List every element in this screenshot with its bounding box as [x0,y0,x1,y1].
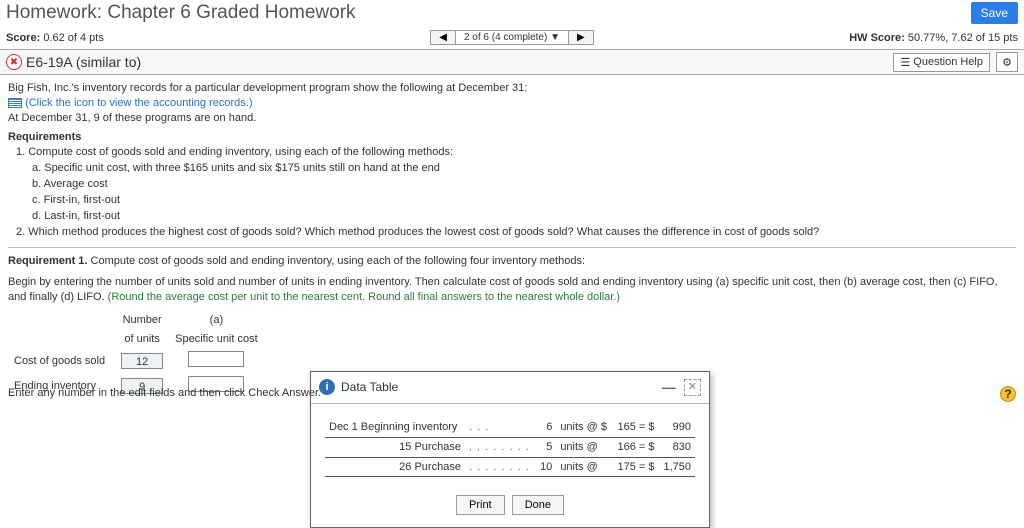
question-help-label: Question Help [913,56,983,68]
hw-score-label: HW Score: [849,32,905,44]
hw-score: HW Score: 50.77%, 7.62 of 15 pts [681,32,1018,44]
next-button[interactable]: ▶ [568,30,594,45]
cell-total: 830 [659,437,695,457]
page-title: Homework: Chapter 6 Graded Homework [6,2,356,24]
cell-qty: 10 [536,457,557,477]
req1-label: Requirement 1. [8,255,87,267]
table-icon[interactable] [8,98,22,108]
data-table-popup: i Data Table — ✕ Dec 1 Beginning invento… [310,371,710,528]
cogs-cost-input[interactable] [188,351,244,367]
cell-label: 26 Purchase [325,457,465,477]
score-label: Score: [6,32,40,44]
cell-total: 990 [659,418,695,437]
status-icon: ✖ [6,54,22,70]
round-text: (Round the average cost per unit to the … [108,291,620,303]
cell-at: units @ [556,457,612,477]
score-value: 0.62 of 4 pts [43,32,104,44]
table-row: 26 Purchase . . . . . . . . 10 units @ 1… [325,457,695,477]
requirements-header: Requirements [8,130,1016,145]
req-1c: c. First-in, first-out [32,193,1016,208]
view-records-link[interactable]: (Click the icon to view the accounting r… [25,97,252,109]
intro-text: Big Fish, Inc.'s inventory records for a… [8,81,1016,96]
col-number: Number [115,311,169,330]
popup-title: Data Table [341,379,398,395]
prev-button[interactable]: ◀ [430,30,456,45]
print-button[interactable]: Print [456,495,505,515]
help-bubble[interactable]: ? [1000,386,1016,402]
onhand-text: At December 31, 9 of these programs are … [8,111,1016,126]
data-table: Dec 1 Beginning inventory . . . 6 units … [325,418,695,478]
settings-button[interactable]: ⚙ [996,52,1018,72]
cell-label: 15 Purchase [325,437,465,457]
score-left: Score: 0.62 of 4 pts [6,32,343,44]
cell-at: units @ [556,437,612,457]
req-2: 2. Which method produces the highest cos… [16,225,1016,240]
list-icon: ☰ [900,56,910,69]
cell-dots: . . . . . . . . [465,457,536,477]
close-button[interactable]: ✕ [684,379,701,396]
nav-position[interactable]: 2 of 6 (4 complete) ▼ [456,30,568,45]
done-button[interactable]: Done [512,495,564,515]
table-row: Dec 1 Beginning inventory . . . 6 units … [325,418,695,437]
footer-hint: Enter any number in the edit fields and … [8,386,321,401]
save-button[interactable]: Save [971,2,1018,24]
req1-text: Compute cost of goods sold and ending in… [87,255,585,267]
cogs-units-input[interactable]: 12 [121,353,163,369]
cell-dots: . . . [465,418,536,437]
cell-total: 1,750 [659,457,695,477]
col-units: of units [115,330,169,349]
hw-score-value: 50.77%, 7.62 of 15 pts [908,32,1018,44]
col-spec: Specific unit cost [169,330,264,349]
question-help-button[interactable]: ☰ Question Help [893,53,990,72]
divider [8,247,1016,248]
question-id: E6-19A (similar to) [26,54,141,70]
cell-at: units @ $ [556,418,612,437]
gear-icon: ⚙ [1002,56,1012,69]
req-1b: b. Average cost [32,177,1016,192]
info-icon: i [319,379,335,395]
cell-price: 166 = $ [612,437,658,457]
req-1d: d. Last-in, first-out [32,209,1016,224]
cell-qty: 6 [536,418,557,437]
table-row: 15 Purchase . . . . . . . . 5 units @ 16… [325,437,695,457]
minimize-button[interactable]: — [662,378,676,397]
cell-price: 175 = $ [612,457,658,477]
req-1: 1. Compute cost of goods sold and ending… [16,145,1016,160]
row-cogs-label: Cost of goods sold [8,349,115,374]
cell-qty: 5 [536,437,557,457]
req-1a: a. Specific unit cost, with three $165 u… [32,161,1016,176]
cell-dots: . . . . . . . . [465,437,536,457]
cell-price: 165 = $ [612,418,658,437]
cell-label: Dec 1 Beginning inventory [325,418,465,437]
col-a: (a) [169,311,264,330]
